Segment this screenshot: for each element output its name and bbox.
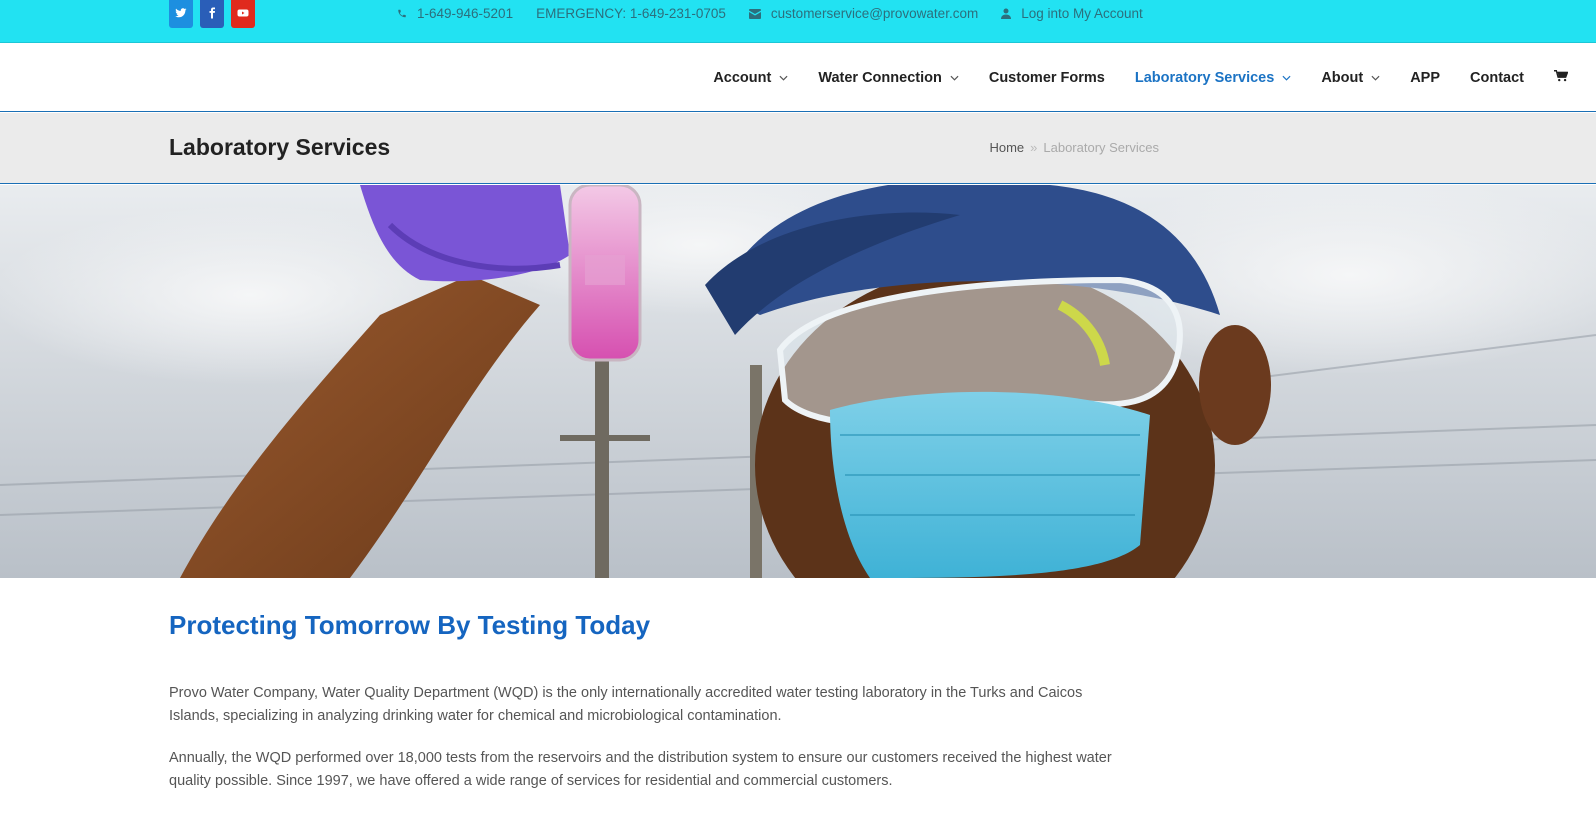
lab-technician-photo	[0, 185, 1596, 578]
cart-icon	[1554, 69, 1569, 81]
twitter-link[interactable]	[169, 0, 193, 28]
main-header: Account Water Connection Customer Forms …	[0, 43, 1596, 112]
user-icon	[1001, 8, 1012, 19]
intro-paragraph: Provo Water Company, Water Quality Depar…	[169, 685, 1083, 724]
nav-item-laboratory-services[interactable]: Laboratory Services	[1135, 70, 1291, 86]
facebook-link[interactable]	[200, 0, 224, 28]
nav-label: APP	[1410, 69, 1441, 86]
youtube-link[interactable]	[231, 0, 255, 28]
section-headline: Protecting Tomorrow By Testing Today	[169, 610, 651, 640]
nav-item-contact[interactable]: Contact	[1470, 70, 1524, 86]
breadcrumb-separator: »	[1030, 140, 1038, 155]
top-bar: 1-649-946-5201 EMERGENCY: 1-649-231-0705…	[0, 0, 1596, 43]
chevron-down-icon	[1371, 75, 1380, 81]
chevron-down-icon	[1282, 75, 1291, 81]
nav-item-app[interactable]: APP	[1410, 70, 1440, 86]
breadcrumb-home-link[interactable]: Home	[989, 140, 1024, 155]
chevron-down-icon	[779, 75, 788, 81]
youtube-icon	[237, 9, 249, 17]
phone-text: 1-649-946-5201	[417, 6, 514, 21]
hero-image	[0, 185, 1596, 578]
nav-label: Water Connection	[818, 69, 942, 86]
social-links	[169, 0, 255, 28]
page-title: Laboratory Services	[169, 134, 391, 160]
email-item[interactable]: customerservice@provowater.com	[748, 6, 979, 21]
breadcrumb-current: Laboratory Services	[1043, 140, 1159, 155]
page-title-bar: Laboratory Services Home » Laboratory Se…	[0, 113, 1596, 184]
login-text: Log into My Account	[1021, 6, 1143, 21]
emergency-item[interactable]: EMERGENCY: 1-649-231-0705	[536, 6, 726, 21]
phone-item[interactable]: 1-649-946-5201	[397, 6, 513, 21]
breadcrumb: Home » Laboratory Services	[989, 140, 1159, 155]
contact-info: 1-649-946-5201 EMERGENCY: 1-649-231-0705…	[397, 6, 1143, 21]
chevron-down-icon	[950, 75, 959, 81]
email-text: customerservice@provowater.com	[770, 6, 979, 21]
nav-item-account[interactable]: Account	[713, 70, 788, 86]
twitter-icon	[175, 8, 187, 18]
nav-label: Account	[713, 69, 772, 86]
facebook-icon	[209, 7, 215, 19]
nav-item-water-connection[interactable]: Water Connection	[818, 70, 959, 86]
nav-label: About	[1321, 69, 1364, 86]
nav-label: Laboratory Services	[1134, 69, 1275, 86]
nav-label: Contact	[1470, 69, 1524, 86]
nav-label: Customer Forms	[988, 69, 1105, 86]
emergency-text: EMERGENCY: 1-649-231-0705	[536, 6, 726, 21]
cart-button[interactable]	[1554, 69, 1569, 87]
nav-item-customer-forms[interactable]: Customer Forms	[989, 70, 1105, 86]
nav-item-about[interactable]: About	[1321, 70, 1380, 86]
phone-icon	[398, 9, 406, 18]
services-paragraph: Annually, the WQD performed over 18,000 …	[169, 750, 1112, 789]
envelope-icon	[748, 8, 761, 19]
login-item[interactable]: Log into My Account	[1001, 6, 1143, 21]
main-nav: Account Water Connection Customer Forms …	[683, 43, 1569, 112]
